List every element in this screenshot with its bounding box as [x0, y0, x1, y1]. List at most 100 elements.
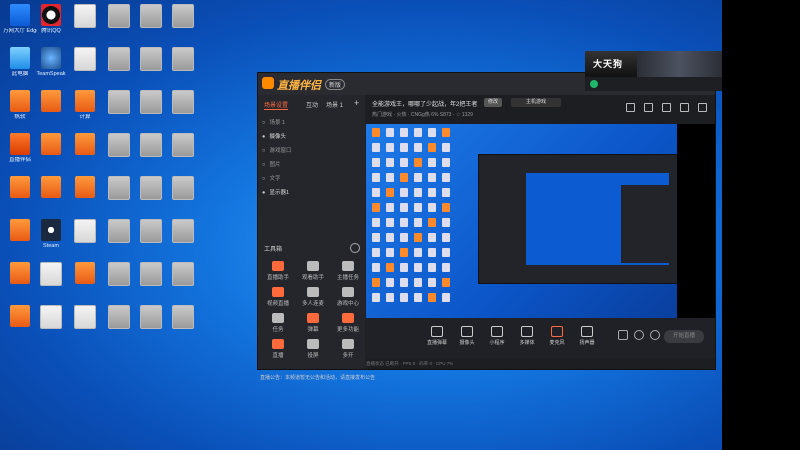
- desktop-icon-33[interactable]: [102, 219, 136, 245]
- tab-interaction[interactable]: 互动: [306, 100, 318, 109]
- bottom-button[interactable]: 小程序: [482, 326, 512, 346]
- desktop-icon-6[interactable]: 此电脑: [3, 47, 37, 77]
- desktop-icon-43[interactable]: [34, 305, 68, 331]
- desktop-icon-0[interactable]: 万网大厅 Edge: [3, 4, 37, 34]
- desktop-icon-8[interactable]: [68, 47, 102, 73]
- desktop-icon-37[interactable]: [34, 262, 68, 288]
- desktop-icon-22[interactable]: [134, 133, 168, 159]
- desktop-icon-30[interactable]: [3, 219, 37, 243]
- desktop-icon-28[interactable]: [134, 176, 168, 202]
- tool-label: 视频直播: [266, 301, 289, 307]
- desktop-icon-15[interactable]: [102, 90, 136, 116]
- desktop-icon-20[interactable]: [68, 133, 102, 157]
- app-icon: [75, 262, 95, 284]
- tool-item[interactable]: 多开: [331, 339, 365, 359]
- desktop-icon-24[interactable]: [3, 176, 37, 200]
- layout-icon[interactable]: [662, 103, 671, 112]
- tool-item[interactable]: 主播任务: [331, 261, 365, 281]
- desktop-icon-29[interactable]: [166, 176, 200, 202]
- tab-scene-settings[interactable]: 场景设置: [264, 100, 289, 110]
- desktop-icon-13[interactable]: [34, 90, 68, 114]
- desktop-icon-14[interactable]: 计算: [68, 90, 102, 120]
- tool-item[interactable]: 更多功能: [331, 313, 365, 333]
- home-icon[interactable]: [680, 103, 689, 112]
- desktop-icon-16[interactable]: [134, 90, 168, 116]
- start-live-button[interactable]: 开始直播: [664, 330, 704, 343]
- desktop-icon-7[interactable]: TeamSpeak: [34, 47, 68, 77]
- lock-icon[interactable]: [644, 103, 653, 112]
- preview-desktop-icon: [428, 293, 436, 302]
- tool-item[interactable]: 任务: [261, 313, 295, 333]
- add-scene-icon[interactable]: +: [354, 98, 359, 108]
- tool-icon: [272, 287, 284, 297]
- desktop-icon-42[interactable]: [3, 305, 37, 329]
- floating-window[interactable]: 大天狗: [585, 51, 722, 91]
- desktop-icon-17[interactable]: [166, 90, 200, 116]
- desktop-icon-12[interactable]: 帆软: [3, 90, 37, 120]
- desktop-icon-11[interactable]: [166, 47, 200, 73]
- tool-item[interactable]: 游戏中心: [331, 287, 365, 307]
- tool-item[interactable]: 视频直播: [261, 287, 295, 307]
- desktop-icon-25[interactable]: [34, 176, 68, 200]
- desktop-icon-31[interactable]: Steam: [34, 219, 68, 249]
- scene-row[interactable]: ● 显示器1: [262, 187, 360, 199]
- desktop-icon-46[interactable]: [134, 305, 168, 331]
- edit-title-button[interactable]: 修改: [484, 98, 503, 107]
- screenshot-icon[interactable]: [626, 103, 635, 112]
- scene-row[interactable]: ○ 游戏窗口: [262, 145, 360, 157]
- preview-desktop-icon: [414, 173, 422, 182]
- desktop-icon-21[interactable]: [102, 133, 136, 159]
- stream-preview[interactable]: [366, 124, 677, 318]
- desktop-icon-23[interactable]: [166, 133, 200, 159]
- bottom-button[interactable]: 麦克风: [542, 326, 572, 346]
- scene-row[interactable]: ● 摄像头: [262, 131, 360, 143]
- tools-settings-icon[interactable]: [350, 243, 360, 253]
- desktop-icon-18[interactable]: 直播伴侣: [3, 133, 37, 163]
- bottom-button[interactable]: 扬声器: [572, 326, 602, 346]
- desktop-icon-26[interactable]: [68, 176, 102, 200]
- preview-desktop-icon: [442, 143, 450, 152]
- scene-label: 摄像头: [268, 134, 287, 140]
- desktop-icon-5[interactable]: [166, 4, 200, 30]
- desktop-icon-47[interactable]: [166, 305, 200, 331]
- tool-item[interactable]: 投屏: [296, 339, 330, 359]
- tool-item[interactable]: 弹幕: [296, 313, 330, 333]
- refresh-icon[interactable]: [634, 330, 644, 340]
- desktop-icon-41[interactable]: [166, 262, 200, 288]
- bottom-button[interactable]: 摄像头: [452, 326, 482, 346]
- desktop-icon-40[interactable]: [134, 262, 168, 288]
- desktop-icon-32[interactable]: [68, 219, 102, 245]
- desktop-icon-38[interactable]: [68, 262, 102, 286]
- file-icon: [74, 305, 96, 329]
- desktop-icon-34[interactable]: [134, 219, 168, 245]
- tool-item[interactable]: 观看助手: [296, 261, 330, 281]
- desktop-icon-4[interactable]: [134, 4, 168, 30]
- live-app-window[interactable]: 直播伴侣 新版 场景设置 互动 场景 1 + ○ 场景 1 ● 摄像头 ○ 游戏窗口…: [257, 72, 716, 381]
- tool-item[interactable]: 直播助手: [261, 261, 295, 281]
- desktop-icon-3[interactable]: [102, 4, 136, 30]
- desktop-icon-45[interactable]: [102, 305, 136, 331]
- desktop-icon-44[interactable]: [68, 305, 102, 331]
- tool-item[interactable]: 直播: [261, 339, 295, 359]
- bottom-button[interactable]: 多媒体: [512, 326, 542, 346]
- scene-row[interactable]: ○ 图片: [262, 159, 360, 171]
- desktop-icon-10[interactable]: [134, 47, 168, 73]
- scene-row[interactable]: ○ 场景 1: [262, 117, 360, 129]
- desktop-icon-35[interactable]: [166, 219, 200, 245]
- desktop-icon-9[interactable]: [102, 47, 136, 73]
- settings-icon[interactable]: [650, 330, 660, 340]
- desktop-icon-2[interactable]: [68, 4, 102, 30]
- tool-item[interactable]: 多人连麦: [296, 287, 330, 307]
- bottom-button[interactable]: 直播弹幕: [422, 326, 452, 346]
- camera-toggle-icon[interactable]: [618, 330, 628, 340]
- desktop-icon-36[interactable]: [3, 262, 37, 286]
- version-badge[interactable]: 新版: [325, 79, 346, 90]
- scene-row[interactable]: ○ 文字: [262, 173, 360, 185]
- desktop-icon-27[interactable]: [102, 176, 136, 202]
- game-category-select[interactable]: 主机游戏: [511, 98, 561, 107]
- desktop-icon-19[interactable]: [34, 133, 68, 157]
- desktop-icon-1[interactable]: 腾讯QQ: [34, 4, 68, 34]
- tab-scene-1[interactable]: 场景 1: [326, 100, 343, 109]
- share-icon[interactable]: [698, 103, 707, 112]
- desktop-icon-39[interactable]: [102, 262, 136, 288]
